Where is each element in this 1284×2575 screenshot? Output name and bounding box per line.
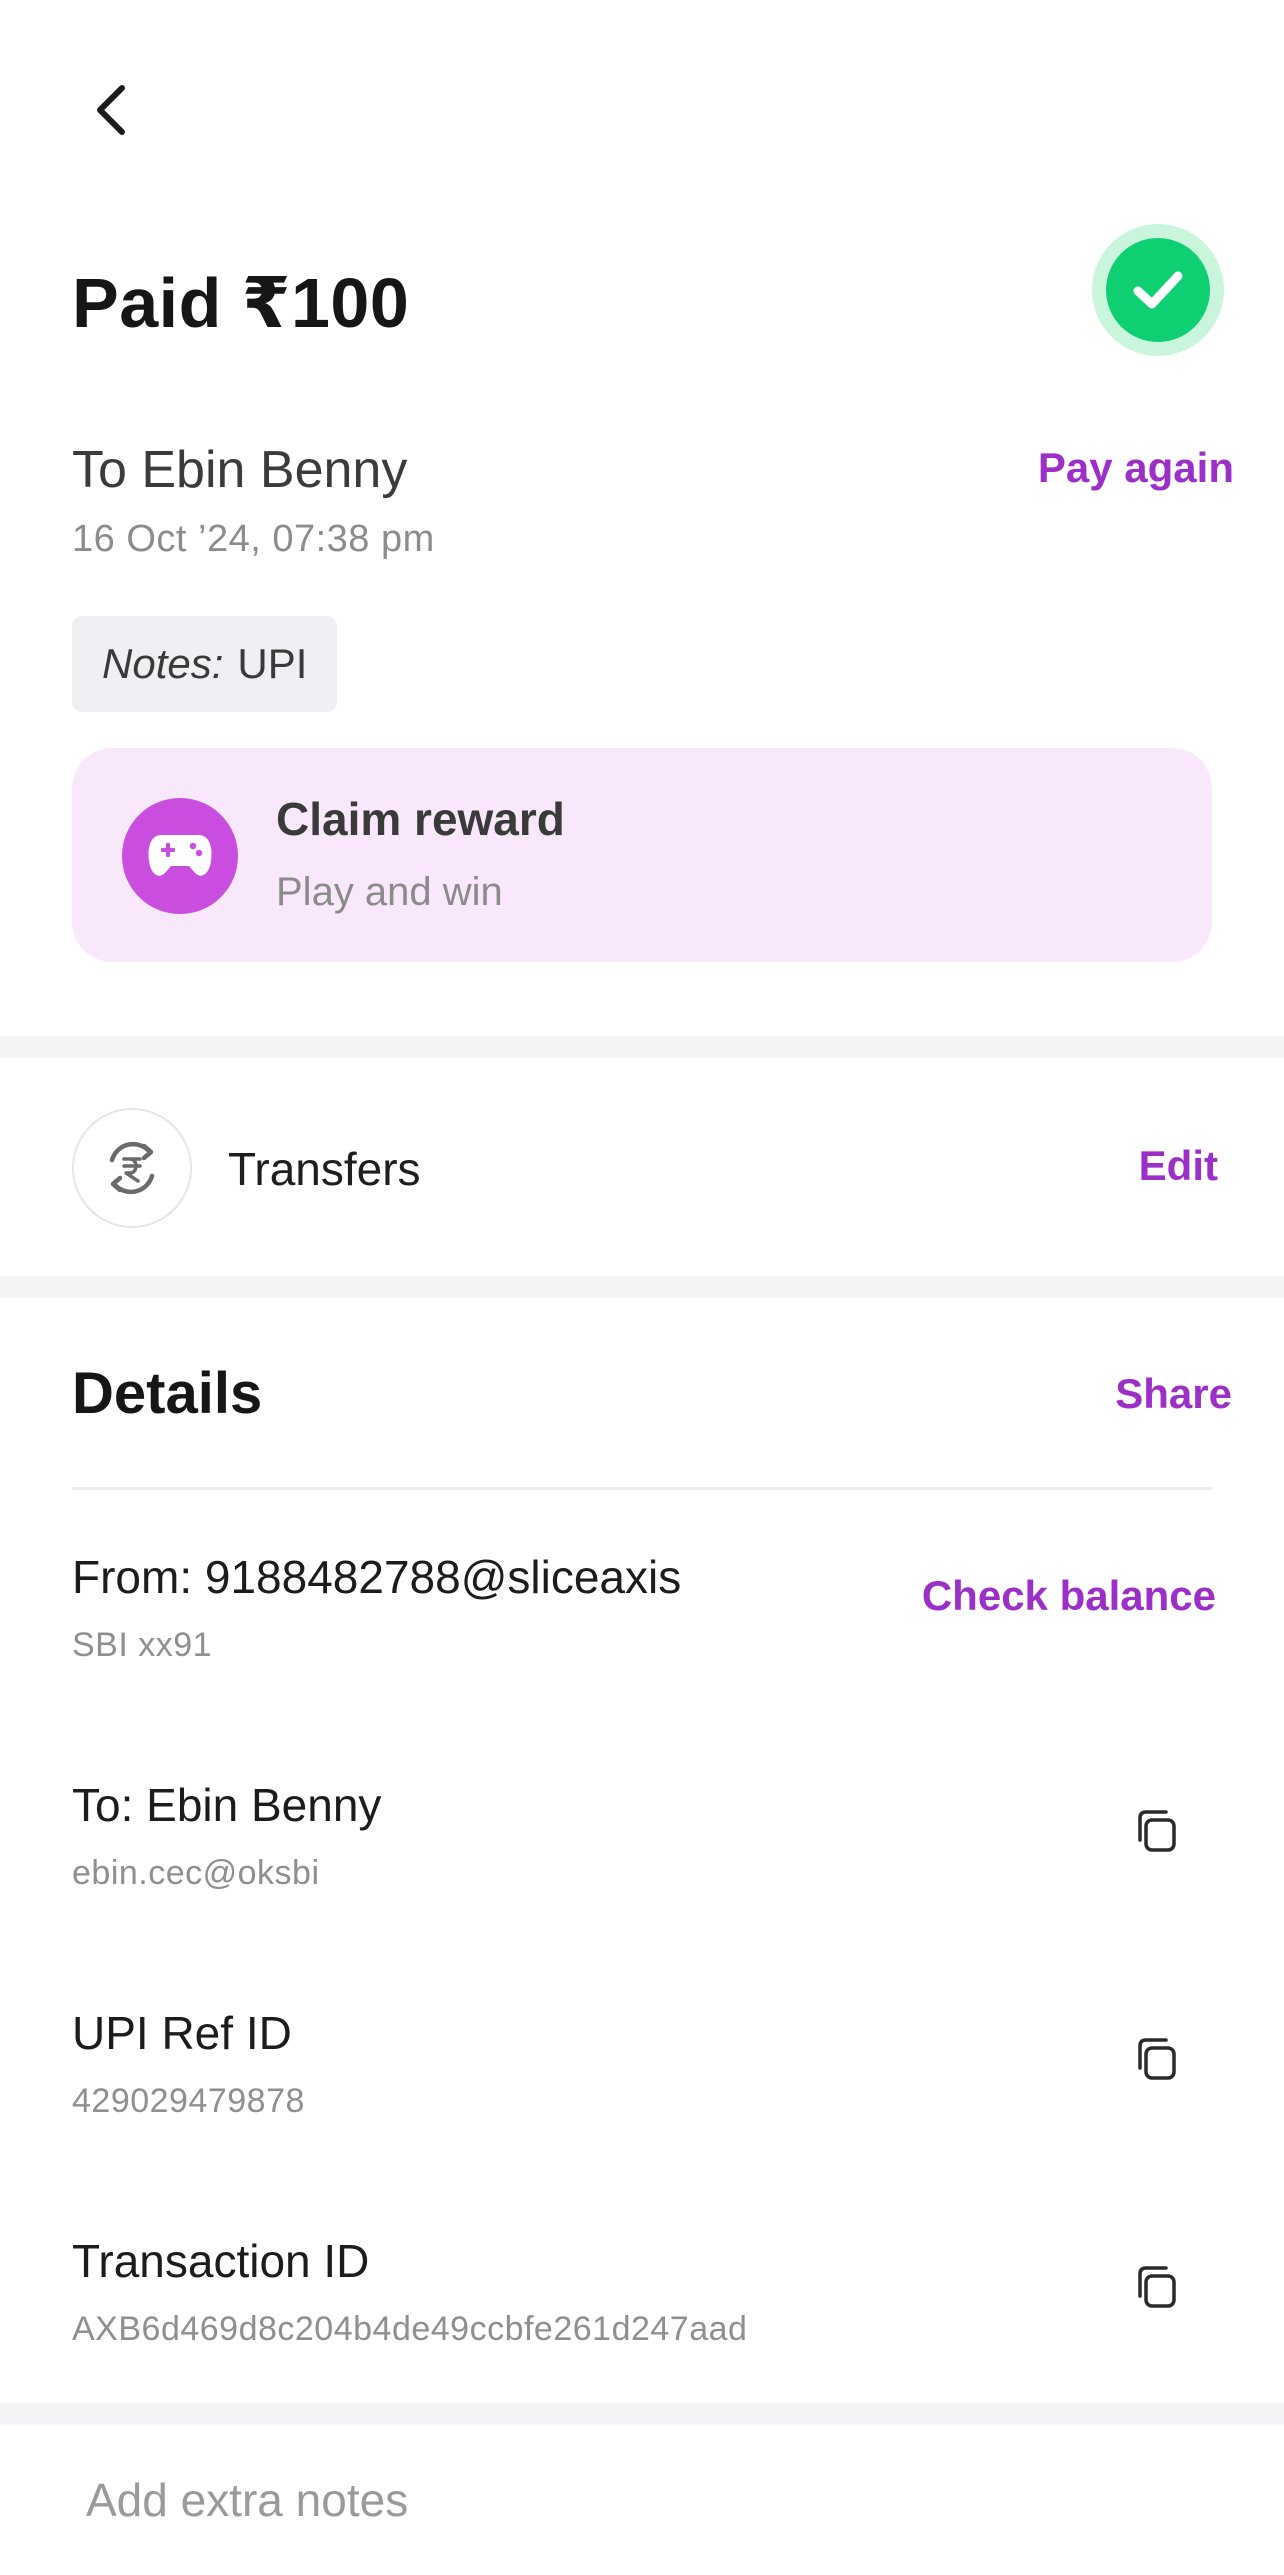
category-label: Transfers	[228, 1143, 421, 1195]
to-name: To: Ebin Benny	[72, 1779, 382, 1831]
notes-value: UPI	[237, 640, 308, 687]
success-status-badge	[1092, 224, 1224, 356]
extra-notes-section	[0, 2425, 1284, 2575]
claim-reward-card[interactable]: Claim reward Play and win	[72, 748, 1212, 962]
back-button[interactable]	[80, 80, 140, 140]
transaction-id-value: AXB6d469d8c204b4de49ccbfe261d247aad	[72, 2310, 748, 2348]
section-divider	[0, 1276, 1284, 1298]
copy-icon	[1138, 1810, 1176, 1852]
copy-transaction-id-button[interactable]	[1124, 2254, 1190, 2320]
upi-ref-value: 429029479878	[72, 2082, 305, 2120]
transaction-id-label: Transaction ID	[72, 2235, 370, 2287]
copy-upi-ref-button[interactable]	[1124, 2026, 1190, 2092]
reward-subtitle: Play and win	[276, 870, 503, 914]
from-bank: SBI xx91	[72, 1626, 213, 1664]
reward-title: Claim reward	[276, 793, 565, 845]
chevron-left-icon	[97, 85, 125, 135]
copy-to-button[interactable]	[1124, 1798, 1190, 1864]
to-upi-id: ebin.cec@oksbi	[72, 1854, 320, 1892]
from-row: From: 9188482788@sliceaxis SBI xx91 Chec…	[72, 1550, 1216, 1665]
transaction-datetime: 16 Oct ’24, 07:38 pm	[72, 518, 435, 560]
notes-chip: Notes: UPI	[72, 616, 338, 712]
transaction-id-row: Transaction ID AXB6d469d8c204b4de49ccbfe…	[72, 2234, 1212, 2349]
upi-ref-label: UPI Ref ID	[72, 2007, 292, 2059]
details-divider	[72, 1487, 1212, 1490]
recipient-name: To Ebin Benny	[72, 441, 408, 499]
extra-notes-input[interactable]	[86, 2465, 1186, 2535]
page-title: Paid ₹100	[72, 264, 410, 342]
pay-again-button[interactable]: Pay again	[1038, 444, 1234, 492]
section-divider	[0, 2403, 1284, 2425]
share-button[interactable]: Share	[1115, 1370, 1232, 1418]
notes-label: Notes:	[102, 640, 224, 687]
category-row: Transfers Edit	[0, 1058, 1284, 1278]
gamepad-icon	[122, 798, 238, 914]
check-circle-icon	[1106, 238, 1210, 342]
section-divider	[0, 1036, 1284, 1058]
edit-category-button[interactable]: Edit	[1139, 1142, 1218, 1190]
check-balance-button[interactable]: Check balance	[922, 1572, 1216, 1620]
copy-icon	[1138, 2266, 1176, 2308]
rupee-exchange-icon	[72, 1108, 192, 1228]
details-title: Details	[72, 1361, 263, 1426]
upi-ref-row: UPI Ref ID 429029479878	[72, 2006, 1212, 2121]
copy-icon	[1138, 2038, 1176, 2080]
to-row: To: Ebin Benny ebin.cec@oksbi	[72, 1778, 1212, 1893]
